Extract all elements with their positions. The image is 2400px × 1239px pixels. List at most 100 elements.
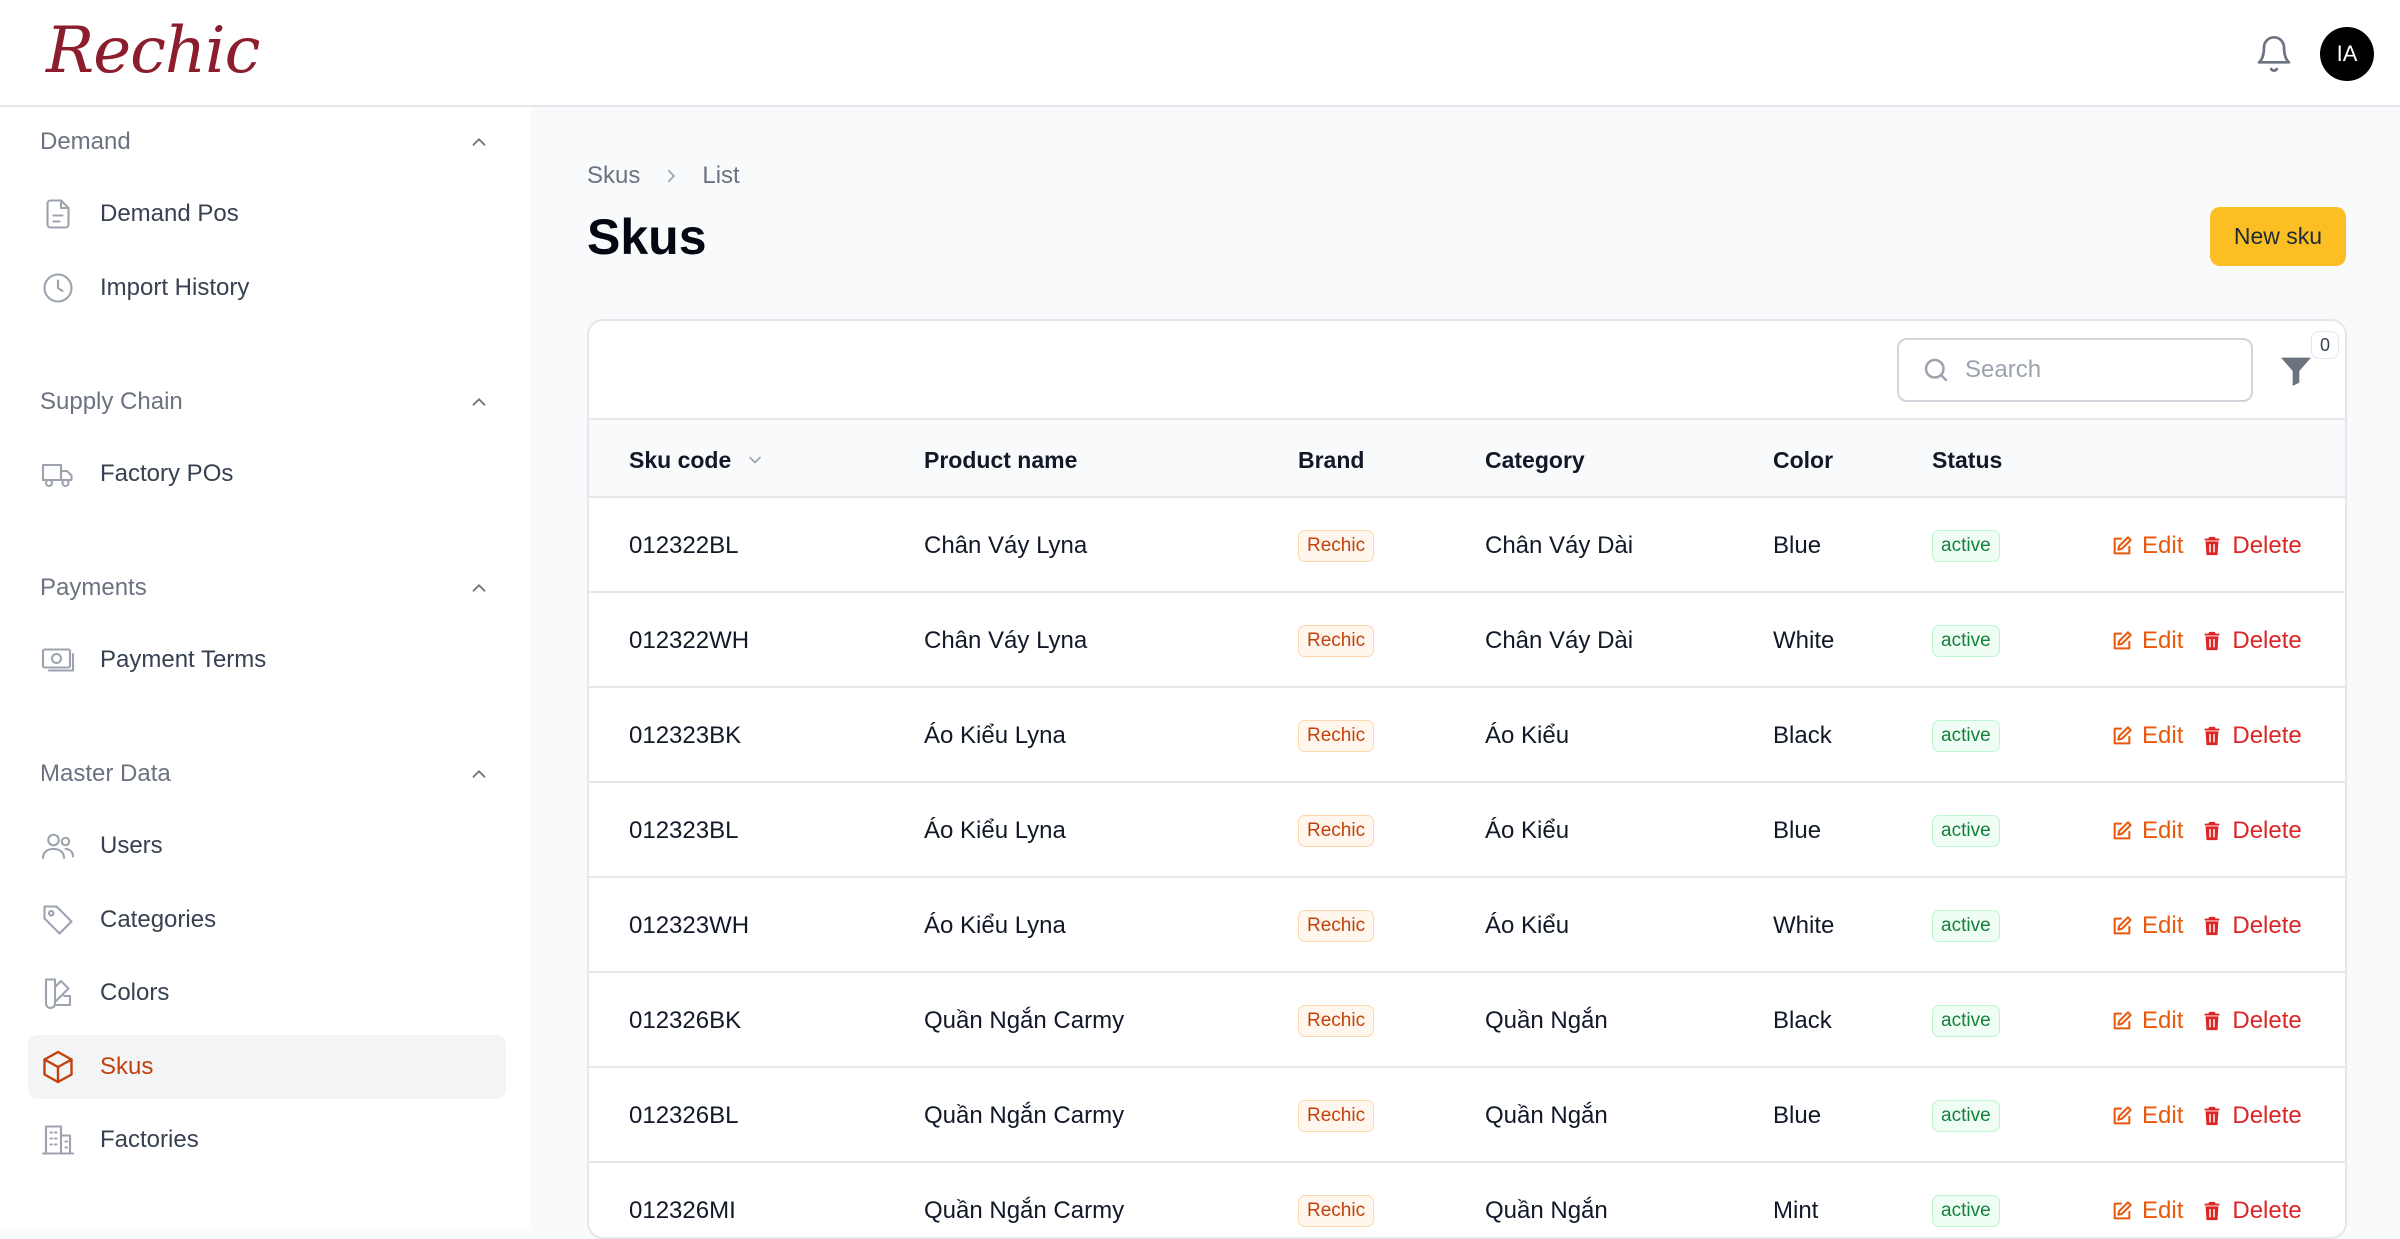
- brand-badge: Rechic: [1298, 529, 1375, 562]
- cell-sku-code: 012322WH: [629, 626, 750, 654]
- edit-label: Edit: [2142, 1196, 2184, 1224]
- edit-button[interactable]: Edit: [2111, 912, 2183, 940]
- cell-brand: Rechic: [1298, 688, 1375, 783]
- sidebar-item-payment-terms[interactable]: Payment Terms: [28, 628, 506, 692]
- chevron-up-icon: [472, 138, 486, 146]
- edit-button[interactable]: Edit: [2111, 1197, 2183, 1225]
- edit-icon: [2113, 1105, 2132, 1124]
- edit-icon: [2113, 535, 2132, 554]
- cell-color: Black: [1773, 1006, 1832, 1034]
- cell-status: active: [1932, 783, 2000, 878]
- avatar[interactable]: IA: [2320, 27, 2374, 81]
- sidebar-group-payments-header[interactable]: Payments: [40, 568, 490, 608]
- sidebar-item-users[interactable]: Users: [28, 814, 506, 878]
- cell-sku-code: 012326BK: [629, 1006, 742, 1034]
- cell-product-name: Quần Ngắn Carmy: [924, 1101, 1125, 1129]
- cell-product-name: Áo Kiểu Lyna: [924, 721, 1066, 749]
- cell-status: active: [1932, 973, 2000, 1068]
- status-badge: active: [1932, 529, 2000, 562]
- users-icon: [41, 833, 75, 860]
- delete-label: Delete: [2232, 816, 2302, 844]
- delete-button[interactable]: Delete: [2201, 1102, 2302, 1130]
- edit-button[interactable]: Edit: [2111, 817, 2183, 845]
- new-sku-button[interactable]: New sku: [2210, 207, 2346, 266]
- sidebar-item-skus[interactable]: Skus: [28, 1035, 506, 1099]
- brand-badge: Rechic: [1298, 1194, 1375, 1227]
- trash-icon: [2205, 1106, 2220, 1125]
- cell-brand: Rechic: [1298, 878, 1375, 973]
- delete-button[interactable]: Delete: [2201, 627, 2302, 655]
- search-icon: [1924, 358, 1948, 382]
- cell-actions: Edit Delete: [2111, 783, 2302, 878]
- column-color: Color: [1773, 446, 1834, 473]
- cell-color: Blue: [1773, 531, 1822, 559]
- sidebar-group-supply-chain-header[interactable]: Supply Chain: [40, 382, 490, 422]
- trash-icon: [2205, 726, 2220, 745]
- sidebar-item-factories[interactable]: Factories: [28, 1108, 506, 1172]
- table-row: 012323BL Áo Kiểu Lyna Rechic Áo Kiểu Blue act…: [589, 783, 2345, 878]
- sidebar-group-label: Master Data: [40, 760, 171, 787]
- trash-icon: [2205, 631, 2220, 650]
- edit-button[interactable]: Edit: [2111, 532, 2183, 560]
- sidebar-item-import-history[interactable]: Import History: [28, 256, 506, 320]
- edit-button[interactable]: Edit: [2111, 722, 2183, 750]
- sidebar-item-factory-pos[interactable]: Factory POs: [28, 442, 506, 506]
- trash-icon: [2205, 1011, 2220, 1030]
- sidebar-item-categories[interactable]: Categories: [28, 888, 506, 952]
- delete-button[interactable]: Delete: [2201, 721, 2302, 750]
- edit-icon: [2113, 630, 2132, 649]
- column-label: Sku code: [629, 446, 732, 473]
- breadcrumb-skus-link[interactable]: Skus: [587, 162, 640, 190]
- sidebar-item-label: Skus: [100, 1053, 154, 1080]
- tag-icon: [43, 905, 73, 935]
- cell-brand: Rechic: [1298, 1068, 1375, 1163]
- edit-button[interactable]: Edit: [2111, 1102, 2183, 1130]
- delete-button[interactable]: Delete: [2201, 911, 2302, 940]
- delete-button[interactable]: Delete: [2201, 1006, 2302, 1035]
- sidebar-item-label: Payment Terms: [100, 646, 267, 673]
- trash-icon: [2205, 1201, 2220, 1220]
- sidebar-item-colors[interactable]: Colors: [28, 961, 506, 1025]
- sidebar-item-demand-pos[interactable]: Demand Pos: [28, 182, 506, 246]
- delete-label: Delete: [2232, 1006, 2302, 1034]
- cell-category: Áo Kiểu: [1485, 911, 1570, 939]
- edit-icon: [2113, 725, 2132, 744]
- column-brand: Brand: [1298, 446, 1365, 473]
- cell-category: Áo Kiểu: [1485, 816, 1570, 844]
- cell-sku-code: 012322BL: [629, 531, 739, 559]
- delete-label: Delete: [2232, 911, 2302, 939]
- filter-count-badge: 0: [2311, 331, 2339, 359]
- delete-button[interactable]: Delete: [2201, 816, 2302, 845]
- cell-status: active: [1932, 688, 2000, 783]
- delete-label: Delete: [2232, 721, 2302, 749]
- cell-brand: Rechic: [1298, 498, 1375, 593]
- cell-product-name: Áo Kiểu Lyna: [924, 911, 1066, 939]
- status-badge: active: [1932, 1099, 2000, 1132]
- column-sku-code[interactable]: Sku code: [629, 420, 765, 500]
- delete-button[interactable]: Delete: [2201, 532, 2302, 560]
- trash-icon: [2205, 536, 2220, 555]
- search-box[interactable]: [1897, 338, 2253, 402]
- edit-button[interactable]: Edit: [2111, 627, 2183, 655]
- edit-label: Edit: [2142, 1006, 2184, 1034]
- edit-label: Edit: [2142, 1101, 2184, 1129]
- page-title: Skus: [587, 209, 707, 265]
- delete-button[interactable]: Delete: [2201, 1196, 2302, 1225]
- delete-label: Delete: [2232, 1196, 2302, 1224]
- cell-color: Blue: [1773, 816, 1822, 844]
- edit-icon: [2113, 820, 2132, 839]
- filter-icon[interactable]: [2276, 351, 2316, 391]
- cell-category: Chân Váy Dài: [1485, 531, 1634, 559]
- cell-category: Quần Ngắn: [1485, 1101, 1608, 1129]
- app-logo[interactable]: Rechic: [46, 14, 260, 88]
- table-row: 012322BL Chân Váy Lyna Rechic Chân Váy Dài B…: [589, 498, 2345, 593]
- bell-icon[interactable]: [2254, 34, 2294, 74]
- chevron-up-icon: [472, 770, 486, 778]
- edit-button[interactable]: Edit: [2111, 1007, 2183, 1035]
- sidebar-group-demand-header[interactable]: Demand: [40, 122, 490, 162]
- cell-actions: Edit Delete: [2111, 498, 2302, 593]
- sidebar-group-master-data-header[interactable]: Master Data: [40, 754, 490, 794]
- edit-label: Edit: [2142, 531, 2184, 559]
- search-input[interactable]: [1965, 356, 2215, 384]
- chevron-right-icon: [668, 169, 676, 183]
